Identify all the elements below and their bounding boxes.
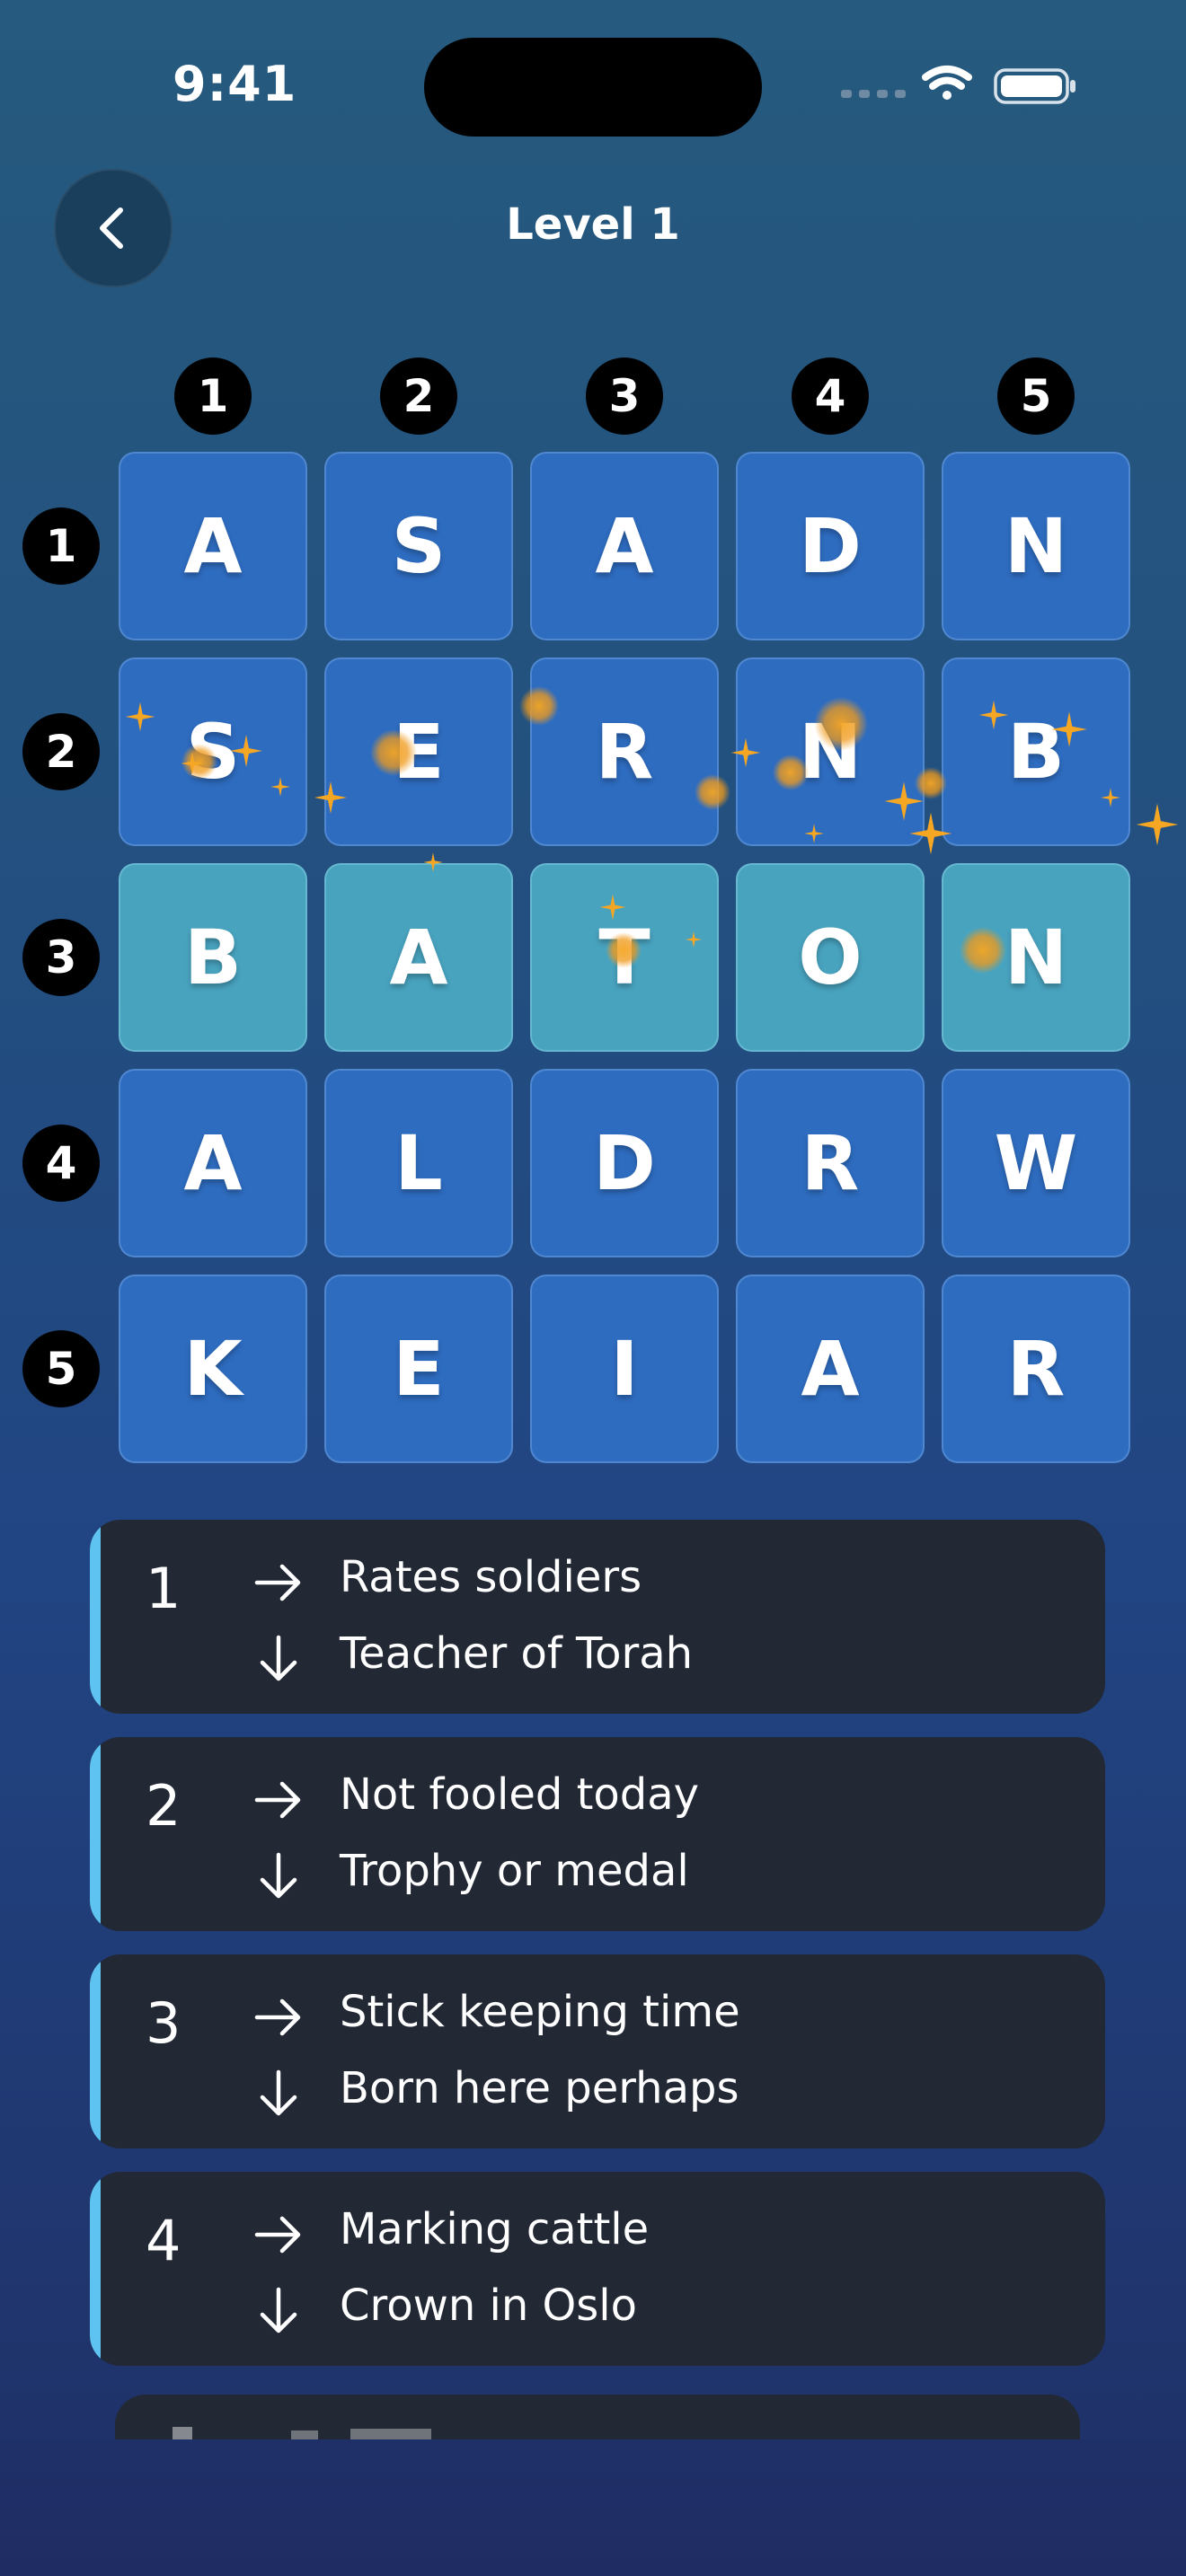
clue-number: 3 bbox=[146, 1990, 181, 2056]
grid-cell[interactable]: A bbox=[736, 1275, 925, 1463]
row-number: 2 bbox=[22, 713, 100, 790]
clue-accent bbox=[90, 1954, 101, 2148]
clue-accent bbox=[90, 2172, 101, 2366]
clue-down-text: Crown in Oslo bbox=[340, 2280, 638, 2331]
column-number: 3 bbox=[586, 357, 663, 435]
clue-across-text: Not fooled today bbox=[340, 1769, 700, 1820]
status-icons bbox=[836, 63, 1078, 108]
grid-cell[interactable]: R bbox=[736, 1069, 925, 1257]
clue-card-2[interactable]: 2 Not fooled today Trophy or medal bbox=[90, 1737, 1105, 1931]
clue-across-text: Marking cattle bbox=[340, 2204, 650, 2254]
arrow-right-icon bbox=[254, 1564, 301, 1601]
row-number: 3 bbox=[22, 919, 100, 996]
clue-across-text: Stick keeping time bbox=[340, 1987, 740, 2037]
clue-down-text: Trophy or medal bbox=[340, 1846, 689, 1896]
row-number: 4 bbox=[22, 1125, 100, 1202]
grid-cell[interactable]: W bbox=[942, 1069, 1130, 1257]
arrow-right-icon bbox=[254, 1998, 301, 2036]
dynamic-island bbox=[424, 38, 762, 137]
grid-cell[interactable]: E bbox=[324, 1275, 513, 1463]
cellular-signal-icon bbox=[841, 90, 906, 98]
arrow-down-icon bbox=[260, 2069, 297, 2116]
grid-cell-highlighted[interactable]: A bbox=[324, 863, 513, 1052]
grid-cell-highlighted[interactable]: B bbox=[119, 863, 307, 1052]
grid-cell-highlighted[interactable]: N bbox=[942, 863, 1130, 1052]
clue-accent bbox=[90, 1737, 101, 1931]
column-number: 1 bbox=[174, 357, 252, 435]
clue-number: 1 bbox=[146, 1556, 181, 1621]
grid-cell[interactable]: R bbox=[530, 657, 719, 846]
clue-card-1[interactable]: 1 Rates soldiers Teacher of Torah bbox=[90, 1520, 1105, 1714]
row-number: 5 bbox=[22, 1330, 100, 1407]
clue-number: 4 bbox=[146, 2208, 181, 2273]
clue-card-4[interactable]: 4 Marking cattle Crown in Oslo bbox=[90, 2172, 1105, 2366]
clue-down-text: Born here perhaps bbox=[340, 2063, 739, 2113]
page-title: Level 1 bbox=[506, 199, 680, 250]
grid-cell[interactable]: S bbox=[119, 657, 307, 846]
grid-cell[interactable]: K bbox=[119, 1275, 307, 1463]
row-number: 1 bbox=[22, 507, 100, 585]
grid-cell[interactable]: N bbox=[942, 452, 1130, 640]
grid-cell[interactable]: E bbox=[324, 657, 513, 846]
grid-cell[interactable]: L bbox=[324, 1069, 513, 1257]
grid-cell[interactable]: N bbox=[736, 657, 925, 846]
clue-accent bbox=[90, 1520, 101, 1714]
grid-cell[interactable]: A bbox=[530, 452, 719, 640]
grid-cell[interactable]: D bbox=[530, 1069, 719, 1257]
grid-cell[interactable]: I bbox=[530, 1275, 719, 1463]
grid-cell[interactable]: A bbox=[119, 452, 307, 640]
clipped-clue-content bbox=[173, 2427, 431, 2439]
grid-cell[interactable]: D bbox=[736, 452, 925, 640]
clue-card-5-partial[interactable] bbox=[115, 2395, 1080, 2439]
column-number: 5 bbox=[997, 357, 1075, 435]
scroll-clip-area bbox=[0, 2439, 1186, 2576]
grid-cell[interactable]: B bbox=[942, 657, 1130, 846]
clue-down-text: Teacher of Torah bbox=[340, 1628, 694, 1679]
arrow-down-icon bbox=[260, 1852, 297, 1899]
battery-icon bbox=[994, 68, 1075, 104]
column-number: 2 bbox=[380, 357, 457, 435]
arrow-right-icon bbox=[254, 1781, 301, 1819]
grid-cell[interactable]: S bbox=[324, 452, 513, 640]
status-time: 9:41 bbox=[173, 56, 297, 112]
clue-card-3[interactable]: 3 Stick keeping time Born here perhaps bbox=[90, 1954, 1105, 2148]
status-bar: 9:41 bbox=[0, 0, 1186, 171]
wifi-icon bbox=[922, 66, 972, 100]
arrow-down-icon bbox=[260, 2287, 297, 2333]
clue-number: 2 bbox=[146, 1773, 181, 1839]
grid-cell-highlighted[interactable]: O bbox=[736, 863, 925, 1052]
grid-cell[interactable]: A bbox=[119, 1069, 307, 1257]
grid-cell-highlighted[interactable]: T bbox=[530, 863, 719, 1052]
arrow-down-icon bbox=[260, 1635, 297, 1681]
column-number: 4 bbox=[792, 357, 869, 435]
arrow-right-icon bbox=[254, 2216, 301, 2254]
grid-cell[interactable]: R bbox=[942, 1275, 1130, 1463]
clue-across-text: Rates soldiers bbox=[340, 1552, 642, 1602]
